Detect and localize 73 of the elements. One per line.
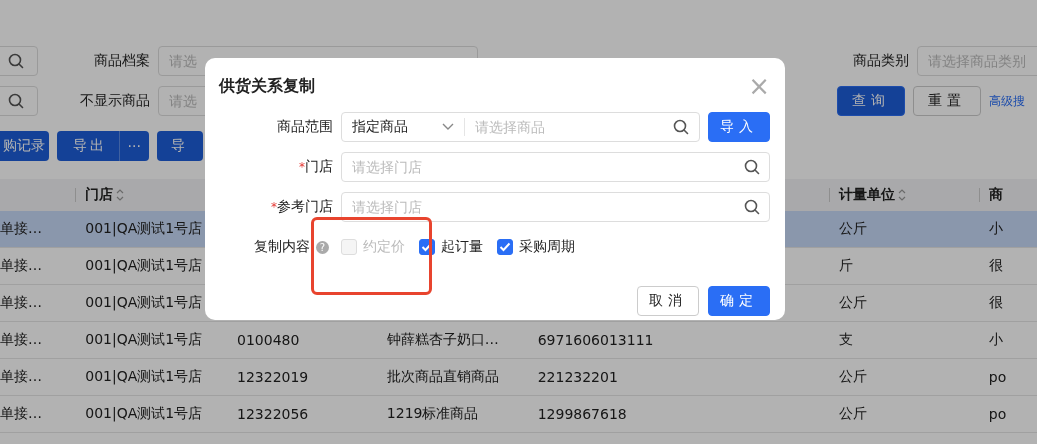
table-cell: 221232201 [537, 369, 618, 385]
table-cell: 1299867618 [537, 406, 627, 422]
table-cell: po [988, 406, 1007, 422]
filter-label: 商品类别 [852, 52, 909, 70]
advanced-search-link[interactable]: 高级搜 [989, 92, 1025, 110]
table-cell: 12322019 [237, 369, 309, 385]
reference-store-field[interactable]: 请选择门店 [341, 192, 770, 222]
table-cell: 12322056 [237, 406, 309, 422]
table-cell: 很 [988, 257, 1003, 273]
checkbox[interactable] [497, 239, 513, 255]
table-cell: 斤 [838, 257, 853, 273]
query-button[interactable]: 查询 [837, 86, 906, 116]
table-cell: 0100480 [237, 332, 300, 348]
sort-icon[interactable] [116, 188, 125, 202]
table-cell: 小 [988, 220, 1003, 236]
table-cell: 001|QA测试1号店 [85, 331, 203, 347]
product-scope-field[interactable]: 指定商品 请选择商品 [341, 112, 700, 142]
table-cell: 单接… [0, 257, 42, 273]
dialog-title: 供货关系复制 [219, 75, 315, 97]
checkbox-option[interactable]: 起订量 [419, 238, 483, 256]
search-button[interactable] [0, 86, 38, 116]
ok-button[interactable]: 确定 [708, 286, 770, 316]
form-label: 门店 [305, 158, 333, 176]
toolbar-button[interactable]: 导 [156, 131, 204, 161]
search-icon [8, 93, 24, 109]
column-header[interactable]: 门店 [85, 186, 125, 204]
search-icon [744, 199, 760, 215]
column-header[interactable]: 商 [988, 186, 1003, 204]
table-cell: 单接… [0, 368, 42, 384]
import-button[interactable]: 导入 [708, 112, 770, 142]
table-cell: 公斤 [838, 368, 867, 384]
table-cell: po [988, 369, 1007, 385]
table-cell: 单接… [0, 331, 42, 347]
table-cell: 1219标准商品 [386, 405, 479, 421]
search-icon [744, 159, 760, 175]
table-cell: 小 [988, 331, 1003, 347]
search-icon [8, 53, 24, 69]
table-cell: 6971606013111 [537, 332, 654, 348]
filter-label: 商品档案 [93, 52, 150, 70]
required-mark: * [299, 160, 305, 174]
reset-button[interactable]: 重置 [913, 86, 981, 116]
scope-select[interactable]: 指定商品 [342, 113, 464, 141]
table-cell: 批次商品直销商品 [386, 368, 499, 384]
table-cell: 公斤 [838, 220, 867, 236]
table-cell: 支 [838, 331, 853, 347]
table-cell: 钟薛糕杏子奶口… [386, 331, 499, 347]
table-cell: 很 [988, 294, 1003, 310]
table-cell: 单接… [0, 220, 42, 236]
form-label: 复制内容 [254, 238, 310, 256]
table-cell: 001|QA测试1号店 [85, 405, 203, 421]
checkbox-option[interactable]: 采购周期 [497, 238, 575, 256]
table-cell: 单接… [0, 405, 42, 421]
search-icon [673, 119, 689, 135]
search-button[interactable] [0, 46, 38, 76]
more-button[interactable]: ··· [118, 131, 149, 161]
table-cell: 001|QA测试1号店 [85, 220, 203, 236]
required-mark: * [271, 200, 277, 214]
table-cell: 单接… [0, 294, 42, 310]
table-cell: 公斤 [838, 405, 867, 421]
toolbar-button[interactable]: 购记录 [0, 131, 49, 161]
table-cell: 001|QA测试1号店 [85, 257, 203, 273]
column-header[interactable]: 计量单位 [838, 186, 906, 204]
table-cell: 001|QA测试1号店 [85, 368, 203, 384]
table-cell: 公斤 [838, 294, 867, 310]
filter-label: 不显示商品 [79, 92, 150, 110]
cancel-button[interactable]: 取消 [637, 286, 699, 316]
table-cell: 001|QA测试1号店 [85, 294, 203, 310]
chevron-down-icon [442, 123, 454, 131]
form-label: 商品范围 [276, 118, 334, 136]
export-button[interactable]: 导出 [57, 131, 119, 161]
sort-icon[interactable] [897, 188, 906, 202]
store-field[interactable]: 请选择门店 [341, 152, 770, 182]
form-label: 参考门店 [277, 198, 333, 216]
